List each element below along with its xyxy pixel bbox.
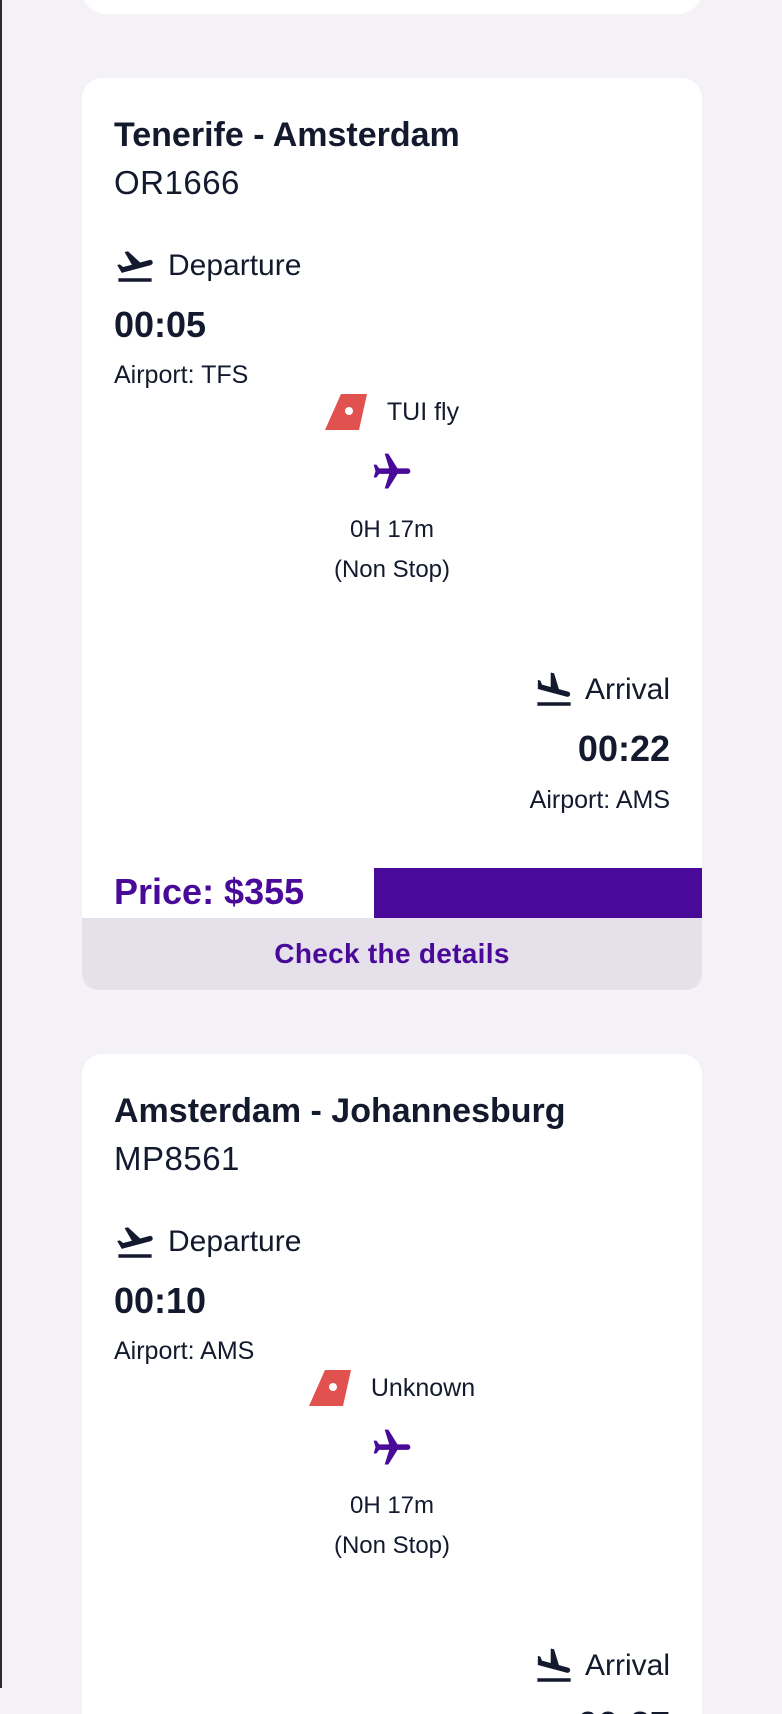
- departure-airport: Airport: TFS: [114, 361, 249, 389]
- arrival-airport: Airport: AMS: [529, 786, 670, 814]
- flight-number: MP8561: [114, 1140, 240, 1177]
- flight-card: Tenerife - Amsterdam OR1666 Departure 00…: [82, 78, 702, 990]
- window-edge: [0, 0, 2, 1688]
- flight-stops: (Non Stop): [333, 556, 451, 583]
- flight-card: Amsterdam - Johannesburg MP8561 Departur…: [82, 1054, 702, 1714]
- flight-duration-block: 0H 17m (Non Stop): [82, 1486, 702, 1566]
- arrival-header: Arrival: [533, 1644, 670, 1688]
- takeoff-icon: [117, 1227, 153, 1258]
- departure-label: Departure: [168, 249, 302, 282]
- airline-row: TUI fly: [82, 390, 702, 434]
- airline-tail-logo: [308, 1370, 351, 1406]
- departure-header: Departure: [114, 1220, 301, 1264]
- flight-duration: 0H 17m: [349, 516, 435, 543]
- airplane-icon: [373, 1429, 411, 1465]
- departure-airport: Airport: AMS: [114, 1337, 255, 1365]
- departure-time: 00:05: [114, 304, 207, 345]
- arrival-label: Arrival: [584, 673, 670, 706]
- airline-name: TUI fly: [386, 397, 460, 426]
- arrival-time: 00:27: [578, 1704, 670, 1714]
- departure-header: Departure: [114, 244, 301, 288]
- airplane-icon: [373, 453, 411, 489]
- book-flight-button[interactable]: BOOK FLIGHT: [374, 868, 702, 918]
- departure-time: 00:10: [114, 1280, 207, 1321]
- arrival-label: Arrival: [584, 1649, 670, 1682]
- price: Price: $355: [114, 871, 305, 912]
- previous-flight-card: [82, 0, 702, 14]
- flight-stops: (Non Stop): [333, 1532, 451, 1559]
- landing-icon: [537, 672, 571, 706]
- arrival-time: 00:22: [577, 728, 670, 769]
- flight-duration-block: 0H 17m (Non Stop): [82, 510, 702, 590]
- check-details-link[interactable]: Check the details: [82, 918, 702, 990]
- airline-tail-logo: [324, 394, 367, 430]
- flight-number: OR1666: [114, 164, 240, 201]
- route-title: Tenerife - Amsterdam: [114, 116, 460, 154]
- arrival-header: Arrival: [533, 668, 670, 712]
- flight-duration: 0H 17m: [349, 1492, 435, 1519]
- airline-name: Unknown: [370, 1373, 476, 1402]
- departure-label: Departure: [168, 1225, 302, 1258]
- airline-row: Unknown: [82, 1366, 702, 1410]
- takeoff-icon: [117, 251, 153, 282]
- route-title: Amsterdam - Johannesburg: [114, 1092, 566, 1130]
- landing-icon: [537, 1648, 571, 1682]
